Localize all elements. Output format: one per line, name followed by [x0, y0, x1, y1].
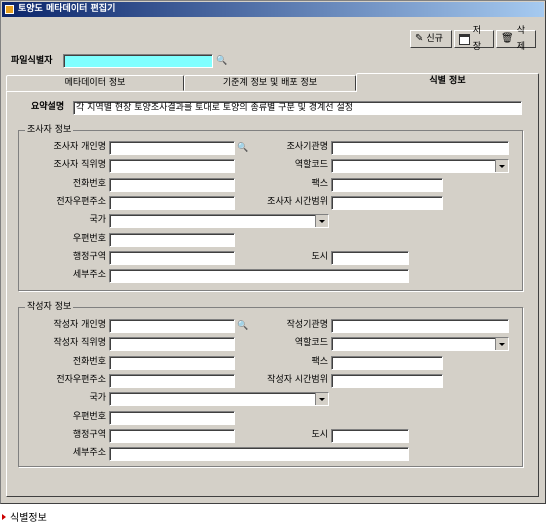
investigator-postal-field[interactable] — [109, 233, 235, 247]
tab-metadata-info[interactable]: 메타데이터 정보 — [6, 75, 184, 91]
author-city-field[interactable] — [331, 429, 409, 443]
investigator-hours-field[interactable] — [331, 196, 443, 210]
status-bar: 식별정보 — [0, 509, 47, 524]
author-country-label: 국가 — [89, 393, 106, 403]
investigator-email-field[interactable] — [109, 196, 235, 210]
investigator-postal-label: 우편번호 — [72, 234, 106, 244]
author-phone-field[interactable] — [109, 356, 235, 370]
author-country-select[interactable] — [109, 392, 329, 406]
investigator-phone-label: 전화번호 — [72, 179, 106, 189]
author-name-field[interactable] — [109, 319, 235, 333]
investigator-org-label: 조사기관명 — [286, 142, 328, 152]
delete-button-label: 삭제 — [516, 26, 525, 52]
author-hours-label: 작성자 시간범위 — [267, 375, 328, 385]
author-address-label: 세부주소 — [72, 448, 106, 458]
investigator-org-field[interactable] — [331, 141, 509, 155]
investigator-phone-field[interactable] — [109, 178, 235, 192]
chevron-down-icon[interactable] — [315, 393, 328, 405]
investigator-fax-field[interactable] — [331, 178, 443, 192]
file-id-search-button[interactable]: 🔍 — [215, 54, 229, 68]
author-position-field[interactable] — [109, 337, 235, 351]
binoculars-icon: 🔍 — [237, 143, 249, 153]
author-postal-field[interactable] — [109, 411, 235, 425]
investigator-city-field[interactable] — [331, 251, 409, 265]
author-group-title: 작성자 정보 — [25, 301, 74, 313]
author-admin-label: 행정구역 — [72, 430, 106, 440]
investigator-address-field[interactable] — [109, 269, 409, 283]
window-title: 토양도 메타데이터 편집기 — [18, 4, 116, 14]
author-city-label: 도시 — [311, 430, 328, 440]
author-org-label: 작성기관명 — [286, 320, 328, 330]
investigator-country-select[interactable] — [109, 214, 329, 228]
author-role-select[interactable] — [331, 337, 509, 351]
author-org-field[interactable] — [331, 319, 509, 333]
author-email-label: 전자우편주소 — [56, 375, 106, 385]
chevron-down-icon[interactable] — [495, 338, 508, 350]
investigator-hours-label: 조사자 시간범위 — [267, 197, 328, 207]
file-id-field[interactable] — [63, 54, 213, 68]
binoculars-icon: 🔍 — [216, 56, 228, 66]
summary-field[interactable]: 각 지역별 현장 토양조사결과를 토대로 토양의 종류별 구분 및 경계선 설정 — [73, 101, 522, 115]
new-button[interactable]: ✎ 신규 — [410, 30, 452, 48]
investigator-role-select[interactable] — [331, 159, 509, 173]
investigator-email-label: 전자우편주소 — [56, 197, 106, 207]
author-address-field[interactable] — [109, 447, 409, 461]
chevron-down-icon[interactable] — [495, 160, 508, 172]
investigator-role-label: 역할코드 — [294, 160, 328, 170]
author-admin-field[interactable] — [109, 429, 235, 443]
investigator-name-label: 조사자 개인명 — [53, 142, 106, 152]
chevron-down-icon[interactable] — [315, 215, 328, 227]
author-phone-label: 전화번호 — [72, 357, 106, 367]
investigator-country-label: 국가 — [89, 215, 106, 225]
investigator-position-label: 조사자 직위명 — [53, 160, 106, 170]
author-hours-field[interactable] — [331, 374, 443, 388]
author-fax-label: 팩스 — [311, 357, 328, 367]
author-name-search-button[interactable]: 🔍 — [236, 319, 250, 333]
author-role-label: 역할코드 — [294, 338, 328, 348]
save-button-label: 저장 — [472, 26, 482, 52]
tab-reference-distribution[interactable]: 기준계 정보 및 배포 정보 — [184, 75, 356, 91]
investigator-position-field[interactable] — [109, 159, 235, 173]
investigator-address-label: 세부주소 — [72, 270, 106, 280]
investigator-admin-field[interactable] — [109, 251, 235, 265]
new-icon: ✎ — [415, 33, 424, 44]
file-id-label: 파일식별자 — [11, 56, 53, 66]
author-email-field[interactable] — [109, 374, 235, 388]
status-text: 식별정보 — [10, 513, 47, 524]
title-bar: 토양도 메타데이터 편집기 — [2, 2, 544, 17]
investigator-name-field[interactable] — [109, 141, 235, 155]
author-name-label: 작성자 개인명 — [53, 320, 106, 330]
investigator-group-title: 조사자 정보 — [25, 124, 74, 136]
author-fax-field[interactable] — [331, 356, 443, 370]
summary-label: 요약설명 — [31, 102, 65, 112]
investigator-city-label: 도시 — [311, 252, 328, 262]
binoculars-icon: 🔍 — [237, 321, 249, 331]
author-position-label: 작성자 직위명 — [53, 338, 106, 348]
new-button-label: 신규 — [426, 34, 443, 44]
editor-window: 토양도 메타데이터 편집기 ✎ 신규 저장 🗑 삭제 파일식별자 🔍 메타데이터… — [0, 0, 546, 504]
delete-button[interactable]: 🗑 삭제 — [496, 26, 536, 52]
investigator-fax-label: 팩스 — [311, 179, 328, 189]
save-icon — [459, 33, 470, 45]
author-postal-label: 우편번호 — [72, 412, 106, 422]
investigator-admin-label: 행정구역 — [72, 252, 106, 262]
trash-icon: 🗑 — [501, 33, 514, 44]
arrow-right-icon — [2, 514, 6, 520]
tab-identification[interactable]: 식별 정보 — [356, 73, 539, 92]
save-button[interactable]: 저장 — [454, 26, 494, 52]
investigator-name-search-button[interactable]: 🔍 — [236, 141, 250, 155]
app-icon — [5, 5, 14, 14]
